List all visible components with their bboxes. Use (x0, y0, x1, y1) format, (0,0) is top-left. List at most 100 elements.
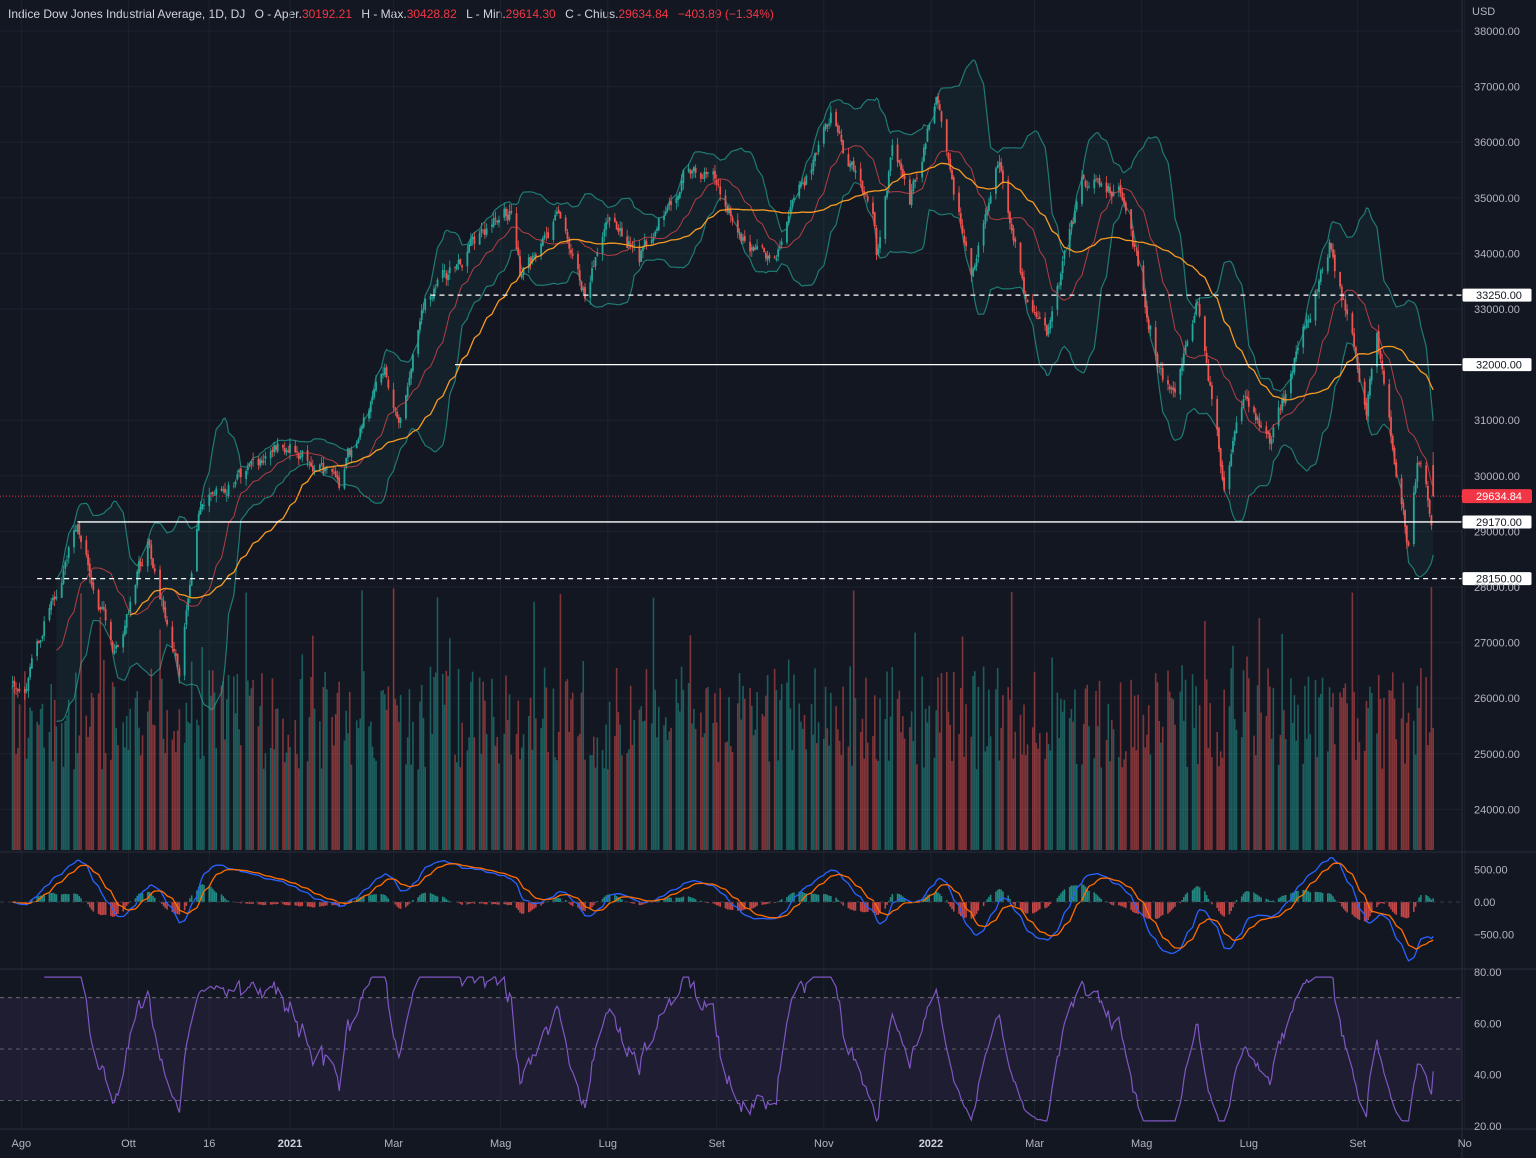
candle-body (517, 247, 520, 256)
macd-histogram-bar (975, 902, 978, 914)
macd-histogram-bar (810, 893, 813, 902)
candle (1412, 485, 1415, 547)
candle-body (85, 540, 88, 555)
candle-body (1019, 242, 1022, 273)
candle (884, 195, 887, 244)
macd-histogram-bar (693, 898, 695, 902)
macd-histogram-bar (814, 893, 816, 902)
candle-body (1367, 394, 1370, 417)
volume-bar (872, 736, 874, 850)
candle-body (1351, 313, 1354, 334)
time-tick-label: Lug (599, 1138, 617, 1150)
volume-bar (1228, 706, 1231, 850)
candle-body (162, 600, 165, 610)
volume-bar (884, 718, 887, 850)
candle-body (926, 128, 929, 142)
volume-bar (752, 735, 755, 850)
volume-bar (903, 738, 906, 850)
candle-body (199, 507, 202, 515)
volume-bar (1009, 699, 1011, 850)
macd-histogram-bar (1096, 895, 1099, 902)
candle-body (208, 494, 211, 507)
macd-histogram-bar (445, 899, 448, 902)
candle-body (1059, 273, 1062, 286)
candle-body (101, 607, 104, 609)
time-tick-label: Mar (1025, 1138, 1044, 1150)
candle (1142, 260, 1145, 295)
macd-histogram-bar (1158, 902, 1161, 918)
volume-bar (190, 661, 193, 850)
volume-bar (736, 703, 739, 850)
macd-histogram-bar (1219, 902, 1222, 914)
macd-histogram-bar (949, 902, 952, 907)
candle-body (92, 582, 95, 591)
candle-body (656, 228, 658, 231)
volume-bar (259, 705, 261, 850)
macd-histogram-bar (443, 897, 446, 902)
candle-body (1246, 396, 1248, 400)
candle-body (343, 469, 346, 489)
candle-body (912, 180, 915, 191)
candle-body (417, 330, 420, 354)
macd-histogram-bar (765, 902, 767, 905)
macd-histogram-bar (823, 894, 825, 902)
volume-bar (1002, 695, 1004, 850)
volume-bar (656, 737, 658, 850)
volume-bar (1295, 740, 1297, 850)
candle-body (296, 451, 298, 453)
macd-histogram-bar (1279, 897, 1282, 902)
macd-histogram-bar (1246, 891, 1248, 902)
candle-body (148, 539, 151, 545)
volume-bar (420, 684, 423, 850)
volume-bar (1132, 747, 1134, 850)
candle-body (923, 147, 925, 162)
candle-body (1063, 251, 1066, 260)
volume-bar (76, 753, 79, 850)
volume-bar (25, 758, 28, 850)
candle-body (1211, 385, 1213, 400)
volume-bar (1112, 729, 1115, 850)
volume-bar (338, 681, 340, 850)
volume-bar (222, 680, 225, 850)
macd-histogram-bar (310, 902, 312, 907)
candle-body (570, 249, 572, 254)
candle-body (749, 241, 751, 252)
macd-histogram-bar (210, 886, 212, 902)
candle-body (115, 645, 118, 649)
macd-histogram-bar (1344, 902, 1347, 911)
candle-body (817, 144, 820, 153)
volume-bar (1060, 698, 1062, 850)
candle-body (540, 243, 543, 256)
volume-bar (938, 732, 941, 850)
volume-bar (67, 699, 70, 850)
volume-bar (680, 666, 683, 850)
volume-bar (896, 698, 899, 850)
candle-body (1328, 242, 1331, 258)
candle-body (1279, 409, 1282, 411)
candle-body (1081, 176, 1083, 204)
volume-bar (457, 669, 460, 850)
volume-bar (238, 729, 240, 850)
volume-bar (1355, 759, 1357, 850)
candle-body (359, 428, 362, 437)
volume-bar (66, 715, 68, 850)
level-price-label: 32000.00 (1476, 360, 1522, 372)
candle-body (27, 677, 30, 691)
candle-body (805, 175, 808, 185)
candle-body (824, 123, 827, 129)
candle-body (1353, 333, 1356, 347)
level-price-label: 33250.00 (1476, 290, 1522, 302)
price-chart[interactable]: 33250.0032000.0029170.0028150.0029634.84… (0, 0, 1536, 1158)
candle-body (1281, 398, 1284, 411)
macd-histogram-bar (1319, 892, 1322, 902)
candle-body (657, 218, 660, 231)
candle-body (701, 178, 704, 180)
volume-bar (701, 737, 704, 850)
volume-bar (434, 672, 437, 850)
macd-histogram-bar (700, 900, 702, 902)
volume-bar (38, 724, 40, 850)
macd-histogram-bar (319, 902, 321, 907)
candle-body (491, 224, 493, 227)
macd-histogram-bar (52, 892, 54, 902)
candle-body (176, 653, 179, 668)
